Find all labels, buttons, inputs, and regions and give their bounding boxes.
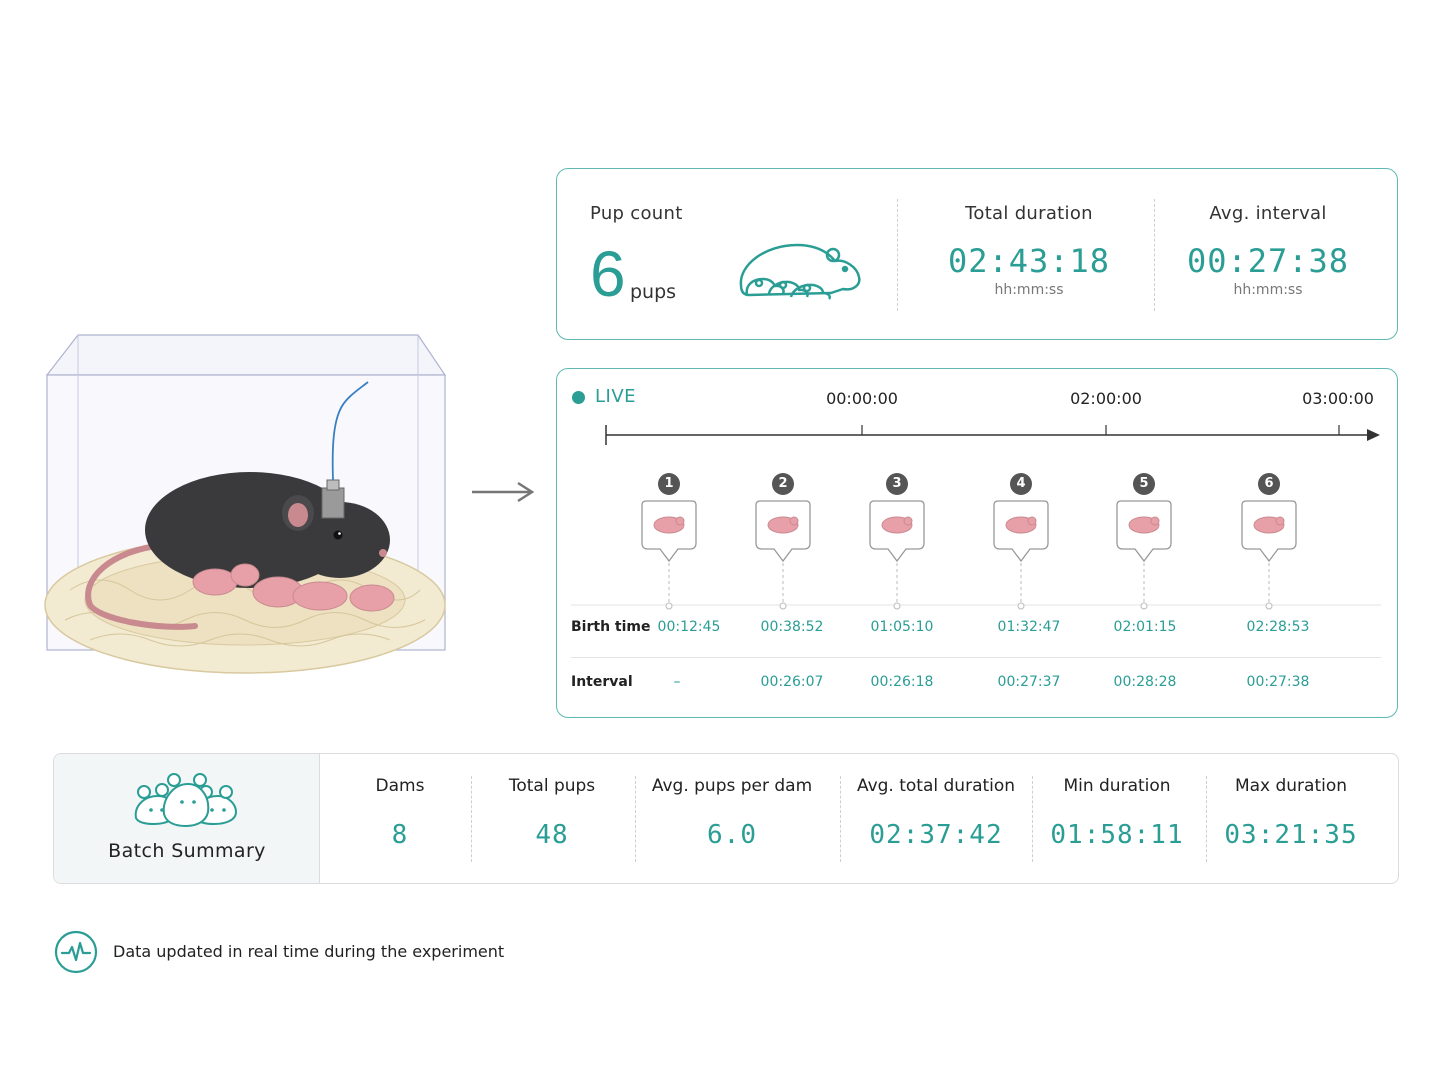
- metric-label: Dams: [375, 776, 425, 796]
- batch-summary-header: Batch Summary: [54, 754, 320, 883]
- tick-label: 03:00:00: [1302, 389, 1374, 408]
- interval-cell: 00:26:07: [760, 674, 824, 690]
- batch-metric-max-duration: Max duration 03:21:35: [1224, 776, 1357, 850]
- pup-marker-2[interactable]: 2: [754, 473, 812, 611]
- pup-marker-4[interactable]: 4: [992, 473, 1050, 611]
- birth-time-cell: 02:01:15: [1113, 619, 1177, 635]
- stats-divider: [897, 199, 898, 311]
- metric-label: Min duration: [1063, 776, 1171, 796]
- pup-marker-5[interactable]: 5: [1115, 473, 1173, 611]
- pup-icon: [869, 500, 925, 610]
- interval-cell: 00:27:38: [1246, 674, 1310, 690]
- birth-time-cell: 00:12:45: [657, 619, 721, 635]
- metric-label: Avg. total duration: [856, 776, 1016, 796]
- total-duration-value: 02:43:18: [947, 242, 1111, 280]
- batch-metric-min-duration: Min duration 01:58:11: [1050, 776, 1183, 850]
- tick-label: 00:00:00: [826, 389, 898, 408]
- pup-marker-1[interactable]: 1: [640, 473, 698, 611]
- total-duration-label: Total duration: [965, 203, 1093, 224]
- pup-marker-3[interactable]: 3: [868, 473, 926, 611]
- metric-value: 6.0: [707, 820, 757, 850]
- metric-label: Max duration: [1234, 776, 1348, 796]
- batch-metric-avg-duration: Avg. total duration 02:37:42: [857, 776, 1015, 850]
- pup-icon: [755, 500, 811, 610]
- pup-count-label: Pup count: [590, 203, 683, 224]
- birth-time-cell: 00:38:52: [760, 619, 824, 635]
- total-duration-unit: hh:mm:ss: [994, 282, 1064, 298]
- interval-cell: 00:26:18: [870, 674, 934, 690]
- metric-divider: [1206, 776, 1207, 862]
- birth-time-cell: 02:28:53: [1246, 619, 1310, 635]
- metric-label: Avg. pups per dam: [651, 776, 813, 796]
- avg-interval-label: Avg. interval: [1209, 203, 1327, 224]
- metric-label: Total pups: [508, 776, 596, 796]
- batch-summary-card: Batch Summary Dams 8 Total pups 48 Avg. …: [53, 753, 1399, 884]
- footer-note: Data updated in real time during the exp…: [113, 942, 505, 961]
- mice-group-icon: [134, 773, 237, 827]
- interval-row-label: Interval: [571, 674, 633, 690]
- mouse-cage-illustration: [40, 330, 455, 680]
- mouse-family-icon: [739, 243, 861, 300]
- pup-count-value: 6: [590, 238, 626, 310]
- flow-arrow-icon: [472, 481, 535, 503]
- stats-card: Pup count 6 pups Total duration 02:43:18…: [556, 168, 1398, 340]
- interval-cell: 00:28:28: [1113, 674, 1177, 690]
- pup-marker-6[interactable]: 6: [1240, 473, 1298, 611]
- batch-metric-avg-pups: Avg. pups per dam 6.0: [652, 776, 812, 850]
- pup-icon: [641, 500, 697, 610]
- metric-divider: [1032, 776, 1033, 862]
- interval-cell: 00:27:37: [997, 674, 1061, 690]
- metric-value: 03:21:35: [1224, 820, 1358, 850]
- batch-summary-title: Batch Summary: [108, 840, 266, 862]
- avg-interval-unit: hh:mm:ss: [1233, 282, 1303, 298]
- pup-number-badge: 6: [1258, 473, 1280, 495]
- metric-divider: [635, 776, 636, 862]
- metric-divider: [471, 776, 472, 862]
- birth-time-row-label: Birth time: [571, 619, 651, 635]
- batch-metric-total-pups: Total pups 48: [509, 776, 595, 850]
- metric-divider: [840, 776, 841, 862]
- live-indicator-icon: [572, 391, 585, 404]
- metric-value: 01:58:11: [1050, 820, 1184, 850]
- pup-number-badge: 1: [658, 473, 680, 495]
- avg-interval-value: 00:27:38: [1186, 242, 1350, 280]
- tick-label: 02:00:00: [1070, 389, 1142, 408]
- total-duration-stat: Total duration 02:43:18 hh:mm:ss: [909, 203, 1149, 298]
- avg-interval-stat: Avg. interval 00:27:38 hh:mm:ss: [1148, 203, 1388, 298]
- metric-value: 48: [535, 820, 569, 850]
- pup-number-badge: 3: [886, 473, 908, 495]
- pup-number-badge: 5: [1133, 473, 1155, 495]
- timeline-card: LIVE 00:00:00 02:00:00 03:00:00 1 2 3 4 …: [556, 368, 1398, 718]
- pup-icon: [993, 500, 1049, 610]
- birth-time-cell: 01:32:47: [997, 619, 1061, 635]
- pup-number-badge: 4: [1010, 473, 1032, 495]
- pulse-icon: [54, 930, 98, 974]
- row-divider: [571, 657, 1381, 658]
- birth-time-cell: 01:05:10: [870, 619, 934, 635]
- batch-metric-dams: Dams 8: [376, 776, 425, 850]
- metric-value: 8: [391, 820, 409, 850]
- interval-cell: –: [673, 674, 681, 690]
- pup-number-badge: 2: [772, 473, 794, 495]
- live-label: LIVE: [595, 386, 637, 407]
- metric-value: 02:37:42: [869, 820, 1003, 850]
- pup-icon: [1241, 500, 1297, 610]
- pup-count-unit: pups: [630, 281, 677, 303]
- pup-icon: [1116, 500, 1172, 610]
